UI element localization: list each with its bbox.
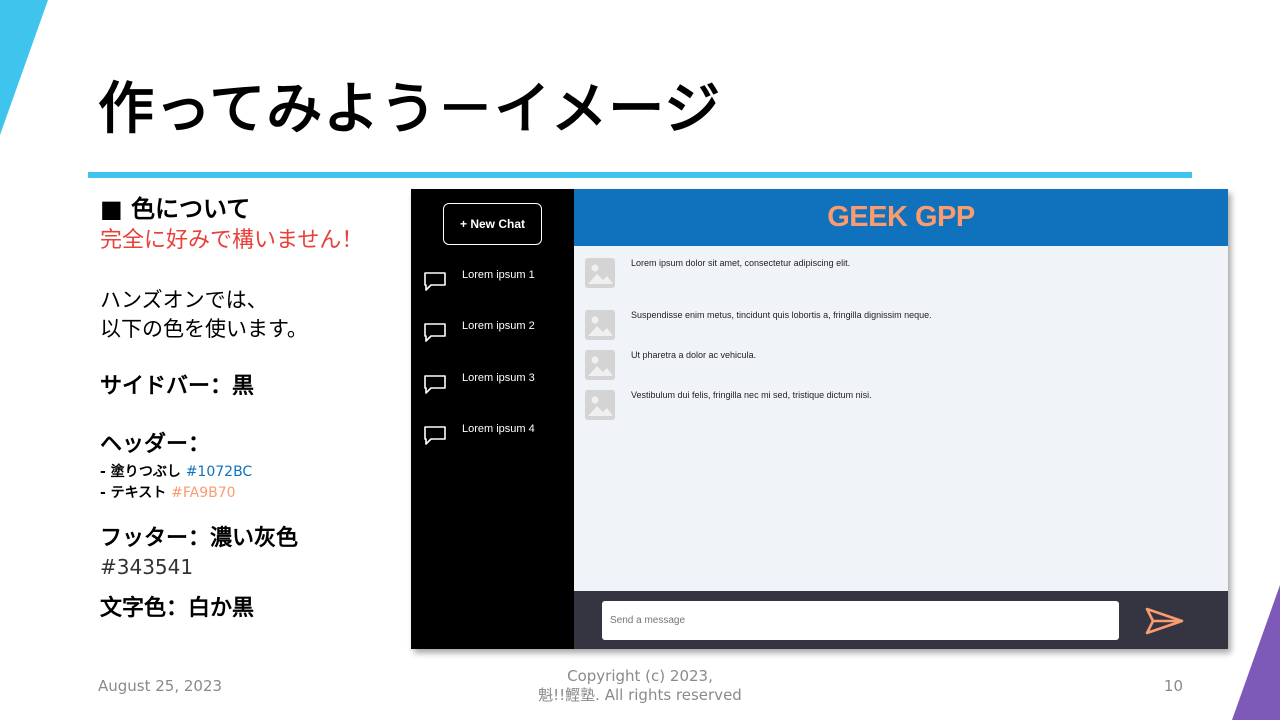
- text-label: - テキスト: [100, 485, 167, 501]
- color-notes: ■ 色について 完全に好みで構いません！ ハンズオンでは、 以下の色を使います。…: [100, 194, 400, 624]
- chat-message: Lorem ipsum dolor sit amet, consectetur …: [585, 258, 1205, 292]
- sidebar-item-label: Lorem ipsum 3: [462, 372, 535, 384]
- chat-bubble-icon: [424, 272, 446, 291]
- sidebar-item-3[interactable]: Lorem ipsum 3: [423, 372, 568, 402]
- chat-ui-mockup: + New Chat Lorem ipsum 1 Lorem ipsum 2 L…: [411, 189, 1228, 649]
- send-icon[interactable]: [1145, 606, 1185, 636]
- page-number: 10: [1163, 677, 1183, 695]
- corner-accent-top-left: [0, 0, 48, 135]
- intro-line-1: ハンズオンでは、: [100, 288, 268, 312]
- text-color-heading: 文字色：白か黒: [100, 596, 255, 621]
- footer-code: #343541: [100, 555, 194, 579]
- text-color-line: - テキスト #FA9B70: [100, 483, 400, 504]
- mock-sidebar: + New Chat Lorem ipsum 1 Lorem ipsum 2 L…: [411, 189, 574, 649]
- sidebar-item-1[interactable]: Lorem ipsum 1: [423, 269, 568, 299]
- chat-bubble-icon: [424, 426, 446, 445]
- chat-message: Ut pharetra a dolor ac vehicula.: [585, 350, 1205, 384]
- header-heading: ヘッダー：: [100, 432, 211, 457]
- new-chat-button[interactable]: + New Chat: [443, 203, 542, 245]
- chat-bubble-icon: [424, 323, 446, 342]
- message-text: Ut pharetra a dolor ac vehicula.: [631, 350, 757, 360]
- corner-accent-bottom-right: [1232, 585, 1280, 720]
- fill-code: #1072BC: [185, 464, 253, 480]
- sidebar-item-4[interactable]: Lorem ipsum 4: [423, 423, 568, 453]
- mock-header: GEEK GPP: [574, 189, 1228, 246]
- image-placeholder-icon: [585, 350, 615, 380]
- sidebar-item-2[interactable]: Lorem ipsum 2: [423, 320, 568, 350]
- image-placeholder-icon: [585, 310, 615, 340]
- chat-message: Suspendisse enim metus, tincidunt quis l…: [585, 310, 1205, 344]
- sidebar-item-label: Lorem ipsum 2: [462, 320, 535, 332]
- copyright-line-2: 魁!!鰹塾. All rights reserved: [538, 686, 742, 704]
- title-rule: [88, 172, 1192, 178]
- chat-message: Vestibulum dui felis, fringilla nec mi s…: [585, 390, 1205, 424]
- footer-date: August 25, 2023: [98, 677, 223, 695]
- intro-line-2: 以下の色を使います。: [100, 317, 308, 341]
- footer-heading: フッター：濃い灰色: [100, 526, 299, 551]
- sidebar-item-label: Lorem ipsum 1: [462, 269, 535, 281]
- section-heading: ■ 色について: [100, 195, 251, 223]
- sidebar-item-label: Lorem ipsum 4: [462, 423, 535, 435]
- image-placeholder-icon: [585, 390, 615, 420]
- text-code: #FA9B70: [171, 485, 236, 501]
- mock-footer: [574, 591, 1228, 649]
- sidebar-color-line: サイドバー：黒: [100, 374, 255, 399]
- chat-bubble-icon: [424, 375, 446, 394]
- copyright-line-1: Copyright (c) 2023,: [567, 667, 713, 685]
- intro-text: ハンズオンでは、 以下の色を使います。: [100, 286, 400, 344]
- header-title: GEEK GPP: [827, 201, 975, 233]
- footer-copyright: Copyright (c) 2023, 魁!!鰹塾. All rights re…: [440, 667, 840, 705]
- message-text: Suspendisse enim metus, tincidunt quis l…: [631, 310, 932, 320]
- image-placeholder-icon: [585, 258, 615, 288]
- fill-color-line: - 塗りつぶし #1072BC: [100, 462, 400, 483]
- message-text: Vestibulum dui felis, fringilla nec mi s…: [631, 390, 872, 400]
- preference-note: 完全に好みで構いません！: [100, 228, 364, 253]
- slide-title: 作ってみよう－イメージ: [98, 77, 722, 142]
- message-text: Lorem ipsum dolor sit amet, consectetur …: [631, 258, 851, 268]
- fill-label: - 塗りつぶし: [100, 464, 181, 480]
- message-input[interactable]: [602, 601, 1119, 640]
